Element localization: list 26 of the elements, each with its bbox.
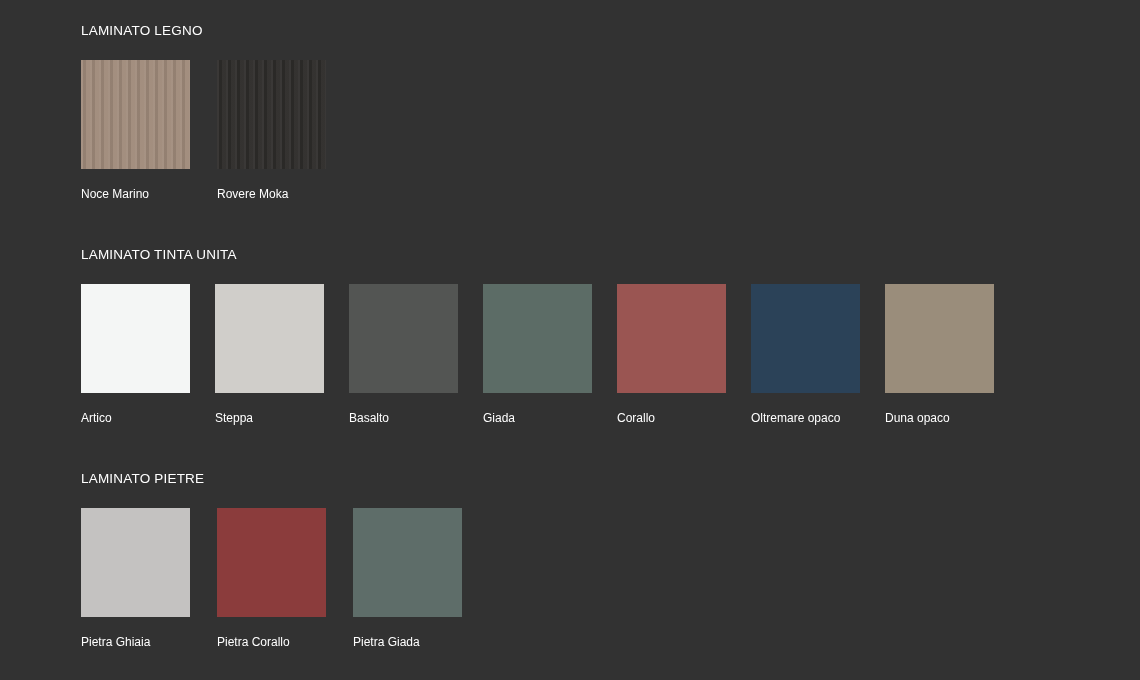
stone-texture-swatch[interactable] [217, 508, 326, 617]
color-swatch[interactable] [617, 284, 726, 393]
section-title: LAMINATO TINTA UNITA [81, 246, 238, 264]
swatch-label: Giada [483, 411, 517, 426]
swatch-label: Noce Marino [81, 187, 151, 202]
color-swatch[interactable] [483, 284, 592, 393]
swatch-label: Basalto [349, 411, 391, 426]
color-swatch[interactable] [81, 284, 190, 393]
wood-texture-swatch[interactable] [81, 60, 190, 169]
swatch-label: Duna opaco [885, 411, 951, 426]
stone-texture-swatch[interactable] [353, 508, 462, 617]
swatch-label: Pietra Giada [353, 635, 421, 650]
swatch-label: Corallo [617, 411, 656, 426]
swatch-label: Pietra Ghiaia [81, 635, 152, 650]
swatch-label: Rovere Moka [217, 187, 290, 202]
color-swatch[interactable] [751, 284, 860, 393]
swatch-label: Artico [81, 411, 113, 426]
section-title: LAMINATO PIETRE [81, 470, 206, 488]
swatch-label: Pietra Corallo [217, 635, 291, 650]
section-title: LAMINATO LEGNO [81, 22, 204, 40]
color-swatch[interactable] [349, 284, 458, 393]
color-swatch[interactable] [215, 284, 324, 393]
swatch-label: Steppa [215, 411, 255, 426]
stone-texture-swatch[interactable] [81, 508, 190, 617]
swatch-label: Oltremare opaco [751, 411, 842, 426]
color-swatch[interactable] [885, 284, 994, 393]
